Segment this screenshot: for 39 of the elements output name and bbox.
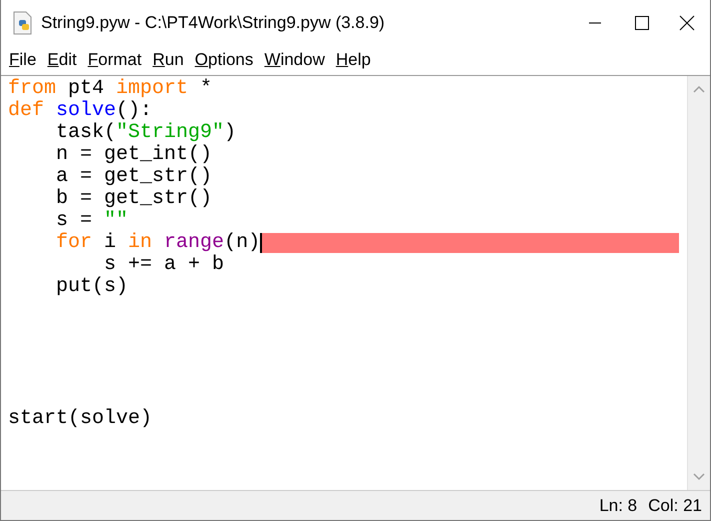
menu-item[interactable]: Help <box>332 50 375 70</box>
code-token: from <box>8 78 56 100</box>
code-token: ) <box>224 122 236 144</box>
code-token: * <box>199 78 212 100</box>
menu-item[interactable]: Format <box>84 50 146 70</box>
code-editor[interactable]: from pt4 import * def solve(): task("String9") n = get_int() a = get_str() b = get_str() s = "" for i in range(n) s += a + b put(s) start(solve) <box>1 76 687 490</box>
code-token: solve <box>55 100 116 122</box>
code-token: range <box>163 232 224 254</box>
code-token: in <box>128 232 152 254</box>
code-token: task( <box>56 122 116 144</box>
code-token: (): <box>116 100 152 122</box>
code-token: "String9" <box>116 122 224 144</box>
menu-item[interactable]: Options <box>190 50 258 70</box>
scroll-down-icon[interactable] <box>692 472 706 482</box>
line-number: Ln: 8 <box>599 496 638 516</box>
menu-item[interactable]: Run <box>148 50 188 70</box>
text-cursor <box>260 233 262 253</box>
code-token: def <box>8 100 44 122</box>
code-token: for <box>56 232 92 254</box>
code-token: s += a + b <box>104 254 224 276</box>
code-token: i <box>103 232 118 254</box>
code-token: start(solve) <box>8 408 152 430</box>
scrollbar[interactable] <box>687 76 710 490</box>
code-token: (n) <box>224 232 260 254</box>
code-token: "" <box>104 210 128 232</box>
code-token: put(s) <box>56 276 128 298</box>
menu-item[interactable]: File <box>5 50 40 70</box>
code-token: b = get_str() <box>56 188 212 210</box>
column-number: Col: 21 <box>648 496 702 516</box>
code-token: n = get_int() <box>56 144 212 166</box>
code-token: import <box>116 78 188 100</box>
python-file-icon <box>13 10 33 34</box>
menu-item[interactable]: Window <box>260 50 329 70</box>
code-token: s = <box>56 210 94 232</box>
menu-item[interactable]: Edit <box>43 50 81 70</box>
window-title: String9.pyw - C:\PT4Work\String9.pyw (3.8.9) <box>41 12 386 32</box>
code-token: a = get_str() <box>56 166 212 188</box>
scroll-up-icon[interactable] <box>692 84 706 94</box>
code-token: pt4 <box>67 78 106 100</box>
